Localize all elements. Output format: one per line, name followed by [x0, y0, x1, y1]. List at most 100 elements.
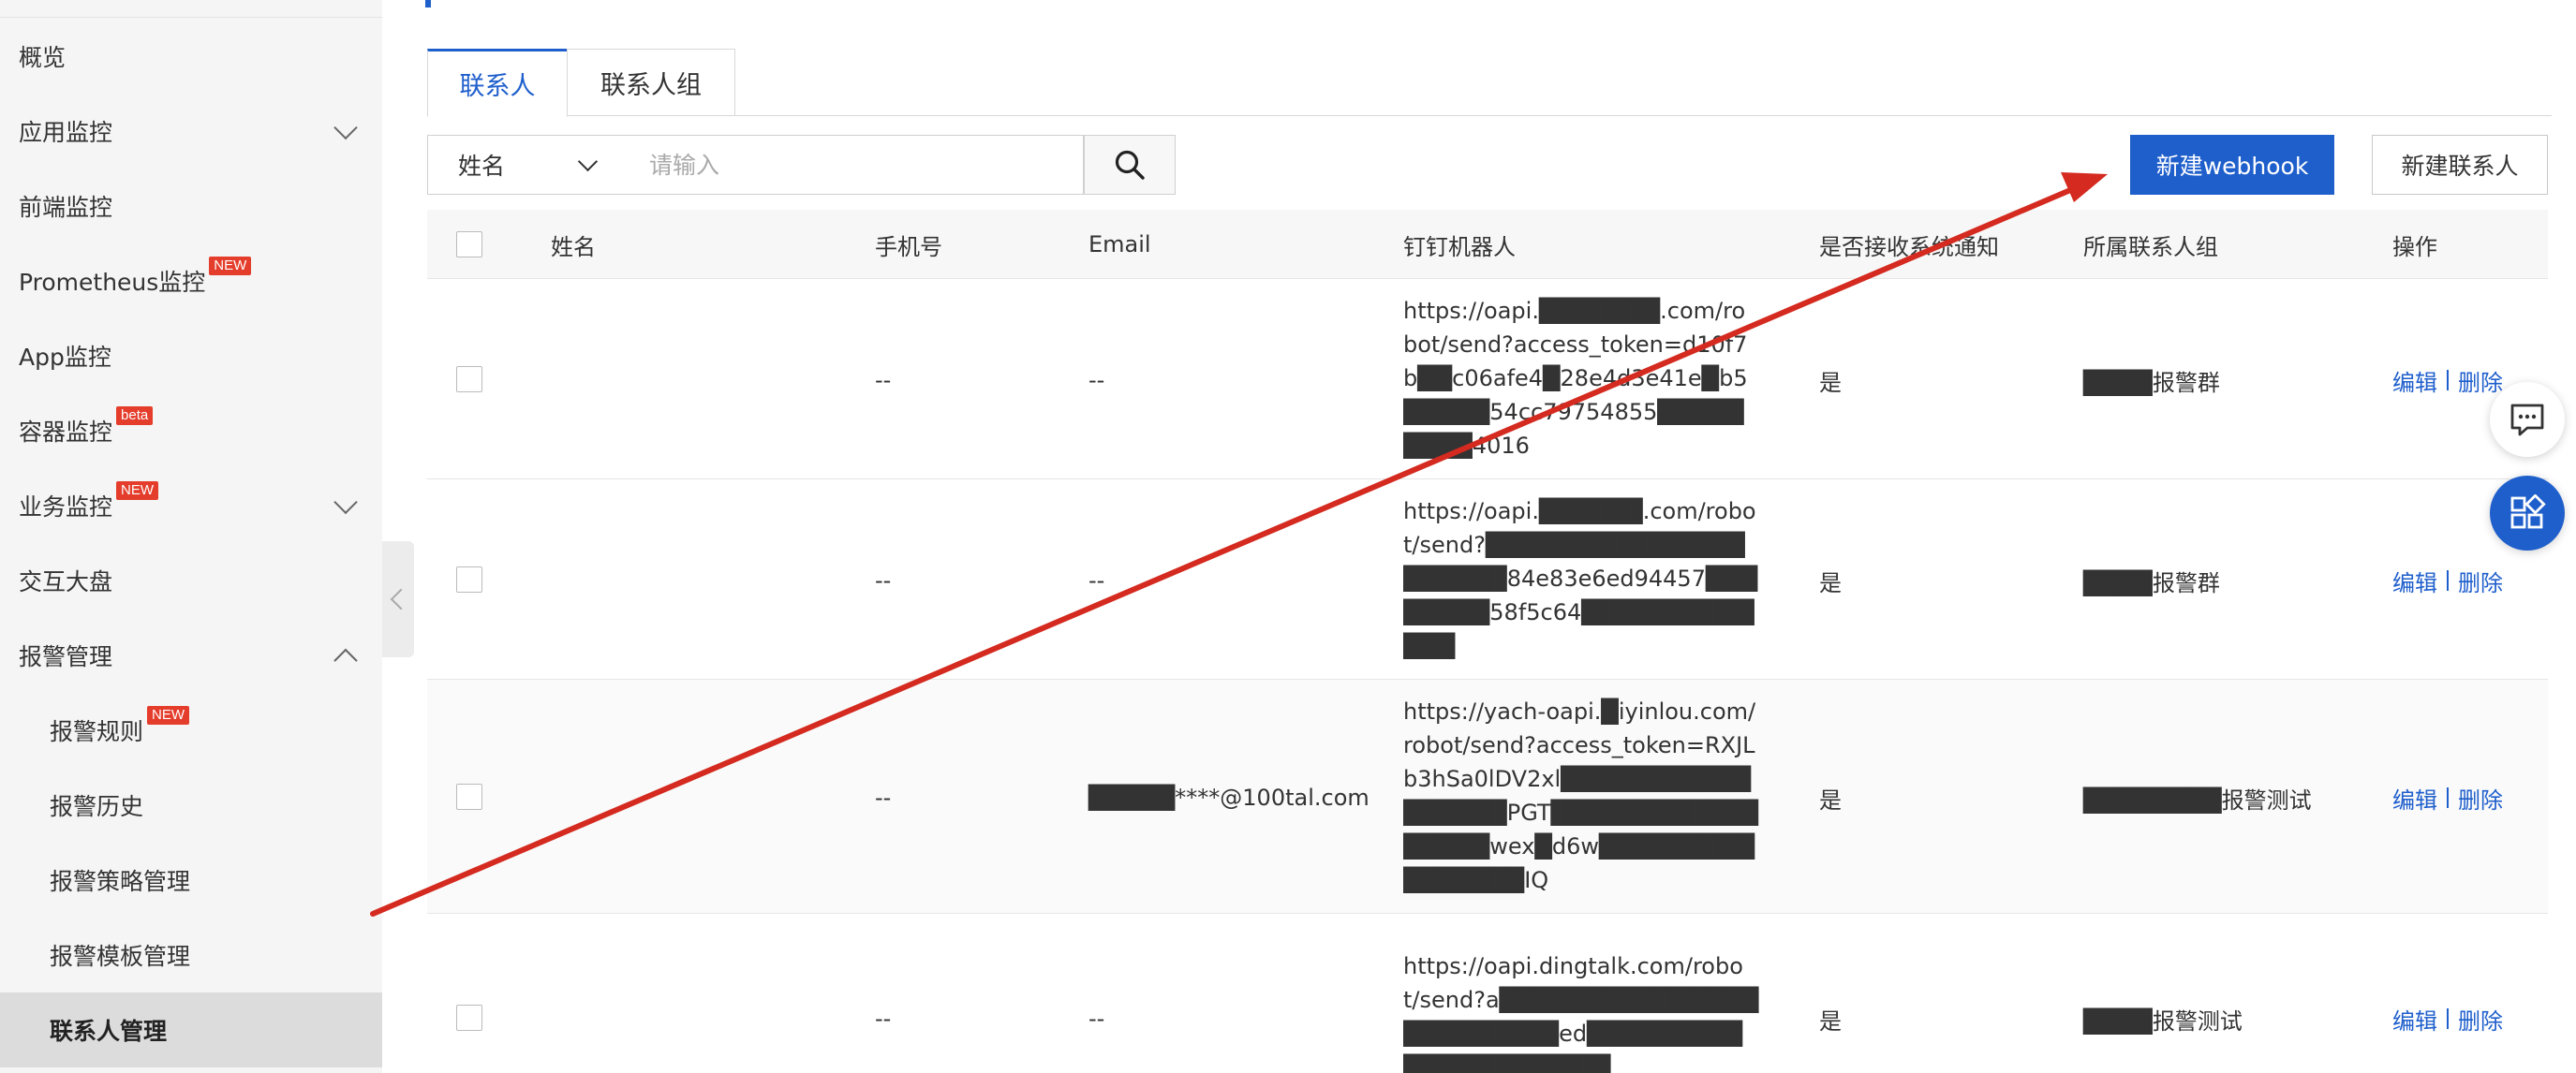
sidebar-item-prometheus[interactable]: Prometheus监控 NEW [0, 243, 382, 318]
tab-label: 联系人组 [600, 70, 702, 100]
sidebar-item-label: 应用监控 [19, 119, 113, 146]
new-badge: NEW [116, 481, 159, 500]
cell-system-notify: 是 [1819, 369, 1842, 396]
search-input[interactable] [617, 135, 1084, 195]
column-header-dingtalk-robot: 钉钉机器人 [1403, 233, 1516, 260]
sidebar-item-label: App监控 [19, 344, 111, 371]
table-row: -- █████****@100tal.com https://yach-oap… [427, 680, 2548, 914]
cell-phone: -- [875, 567, 892, 594]
new-webhook-button[interactable]: 新建webhook [2130, 135, 2334, 195]
beta-badge: beta [116, 406, 154, 425]
edit-link[interactable]: 编辑 [2392, 782, 2437, 815]
action-divider [2447, 787, 2449, 808]
sidebar-item-app-monitor[interactable]: 应用监控 [0, 94, 382, 169]
tab-contact-groups[interactable]: 联系人组 [567, 49, 735, 116]
cell-phone: -- [875, 785, 892, 811]
column-header-phone: 手机号 [875, 233, 942, 260]
sidebar-item-label: 交互大盘 [19, 568, 113, 595]
sidebar-item-alert-management[interactable]: 报警管理 [0, 618, 382, 693]
cell-phone: -- [875, 1006, 892, 1032]
sidebar-item-label: 报警模板管理 [50, 943, 191, 970]
sidebar-item-label: 概览 [19, 44, 67, 71]
sidebar-divider [0, 17, 382, 18]
row-checkbox[interactable] [456, 366, 482, 392]
new-contact-button[interactable]: 新建联系人 [2372, 135, 2548, 195]
edit-link[interactable]: 编辑 [2392, 364, 2437, 397]
row-actions: 编辑 删除 [2392, 779, 2503, 816]
sidebar-item-alert-history[interactable]: 报警历史 [0, 768, 382, 843]
delete-link[interactable]: 删除 [2458, 782, 2503, 815]
column-header-group: 所属联系人组 [2083, 233, 2218, 260]
row-checkbox[interactable] [456, 566, 482, 593]
cell-group: ████████报警测试 [2083, 786, 2312, 814]
row-actions: 编辑 删除 [2392, 562, 2503, 599]
chat-float-button[interactable] [2490, 382, 2565, 457]
cell-group: ████报警群 [2083, 369, 2220, 396]
select-all-checkbox[interactable] [456, 231, 482, 257]
cell-email: -- [1088, 367, 1105, 393]
sidebar-item-container[interactable]: 容器监控 beta [0, 393, 382, 468]
sidebar-item-label: 报警管理 [19, 643, 113, 670]
edit-link[interactable]: 编辑 [2392, 565, 2437, 597]
sidebar-item-label: Prometheus监控 [19, 269, 206, 296]
row-actions: 编辑 删除 [2392, 361, 2503, 399]
chevron-down-icon [333, 115, 358, 140]
apps-float-button[interactable] [2490, 476, 2565, 551]
cell-dingtalk-robot: https://yach-oapi.█iyinlou.com/robot/sen… [1403, 698, 1759, 893]
search-button[interactable] [1084, 135, 1176, 195]
magnifier-icon [1115, 150, 1145, 180]
sidebar-item-label: 报警策略管理 [50, 868, 191, 895]
tab-bar: 联系人 联系人组 [427, 49, 2552, 117]
cell-phone: -- [875, 367, 892, 393]
delete-link[interactable]: 删除 [2458, 364, 2503, 397]
column-header-email: Email [1088, 231, 1151, 257]
delete-link[interactable]: 删除 [2458, 1003, 2503, 1036]
sidebar-collapse-button[interactable] [382, 541, 414, 657]
sidebar-item-contacts[interactable]: 联系人管理 [0, 992, 382, 1067]
new-badge: NEW [209, 257, 252, 275]
search-field-select[interactable]: 姓名 [427, 135, 618, 195]
sidebar-item-label: 容器监控 [19, 419, 113, 446]
new-webhook-label: 新建webhook [2155, 153, 2309, 180]
sidebar-item-alert-template[interactable]: 报警模板管理 [0, 918, 382, 992]
action-divider [2447, 1008, 2449, 1029]
delete-link[interactable]: 删除 [2458, 565, 2503, 597]
chevron-down-icon [333, 490, 358, 515]
page-title-accent [425, 0, 431, 7]
row-checkbox[interactable] [456, 784, 482, 810]
column-header-actions: 操作 [2392, 233, 2437, 260]
sidebar-item-label: 前端监控 [19, 194, 113, 221]
sidebar-item-app[interactable]: App监控 [0, 318, 382, 393]
sidebar-item-dashboard[interactable]: 交互大盘 [0, 543, 382, 618]
column-header-name: 姓名 [551, 233, 596, 260]
sidebar-item-label: 业务监控 [19, 493, 113, 521]
tab-label: 联系人 [459, 72, 536, 101]
row-checkbox[interactable] [456, 1005, 482, 1031]
sidebar-item-label: 报警规则 [50, 718, 144, 745]
cell-dingtalk-robot: https://oapi.███████.com/robot/send?acce… [1403, 298, 1748, 459]
action-divider [2447, 370, 2449, 390]
sidebar-item-label: 报警历史 [50, 793, 144, 820]
sidebar-item-business[interactable]: 业务监控 NEW [0, 468, 382, 543]
cell-system-notify: 是 [1819, 786, 1842, 814]
chat-bubble-icon [2510, 404, 2544, 436]
app-grid-icon [2510, 494, 2546, 529]
cell-system-notify: 是 [1819, 569, 1842, 596]
edit-link[interactable]: 编辑 [2392, 1003, 2437, 1036]
cell-group: ████报警测试 [2083, 1007, 2243, 1035]
cell-email: █████****@100tal.com [1088, 785, 1369, 811]
search-field-select-value: 姓名 [458, 153, 506, 180]
table-row: -- -- https://oapi.dingtalk.com/robot/se… [427, 914, 2548, 1073]
tab-contacts[interactable]: 联系人 [427, 49, 568, 117]
sidebar-item-alert-rules[interactable]: 报警规则 NEW [0, 693, 382, 768]
cell-dingtalk-robot: https://oapi.dingtalk.com/robot/send?a██… [1403, 953, 1759, 1073]
chevron-up-icon [333, 648, 358, 673]
sidebar-item-label: 联系人管理 [50, 1018, 168, 1045]
sidebar-item-overview[interactable]: 概览 [0, 19, 382, 94]
new-badge: NEW [147, 706, 190, 725]
sidebar-item-alert-policy[interactable]: 报警策略管理 [0, 843, 382, 918]
cell-group: ████报警群 [2083, 569, 2220, 596]
table-row: -- -- https://oapi.██████.com/robot/send… [427, 479, 2548, 680]
sidebar-item-frontend-monitor[interactable]: 前端监控 [0, 169, 382, 243]
table-row: -- -- https://oapi.███████.com/robot/sen… [427, 279, 2548, 479]
